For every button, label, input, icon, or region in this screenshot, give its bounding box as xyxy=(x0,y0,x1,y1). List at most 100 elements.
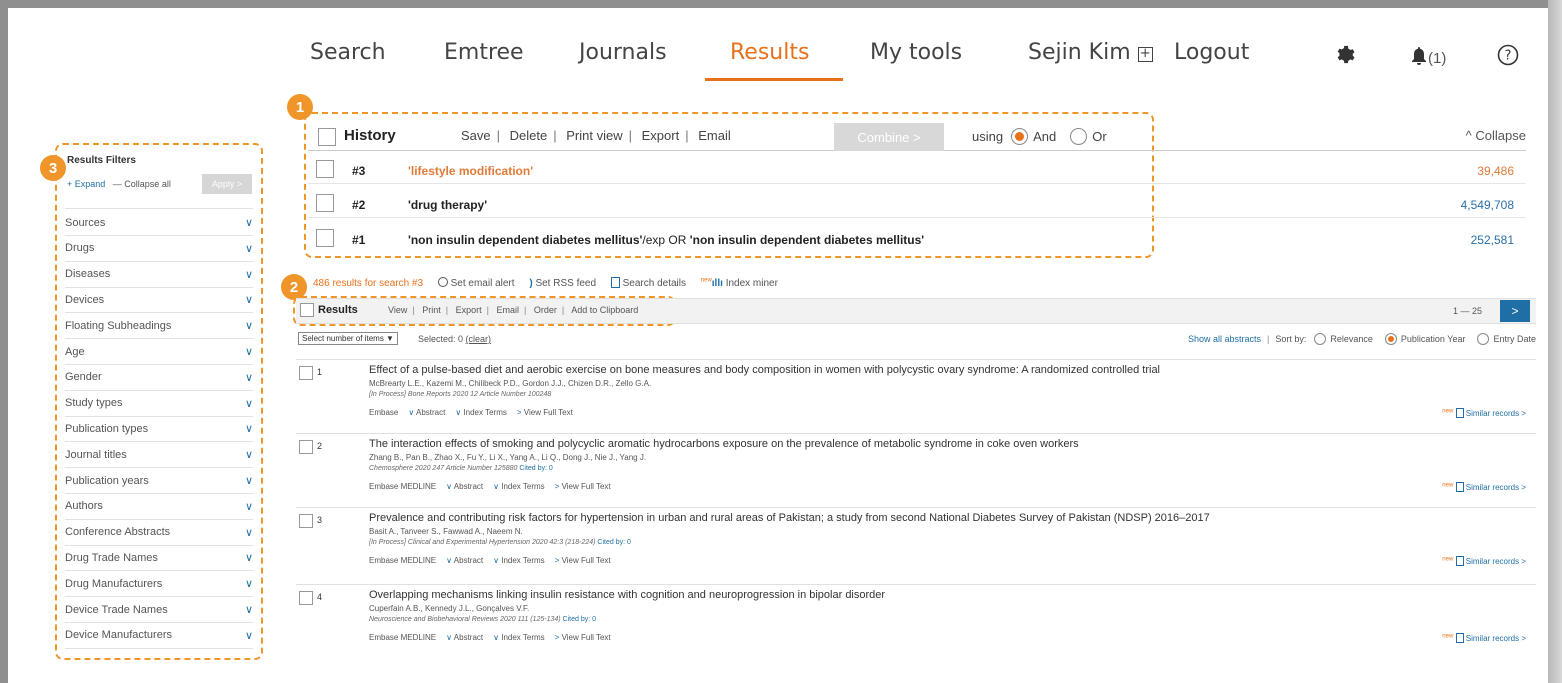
history-count[interactable]: 39,486 xyxy=(1477,164,1514,178)
results-print[interactable]: Print xyxy=(422,305,441,315)
filter-publication-types[interactable]: Publication types ∨ xyxy=(65,416,253,443)
rss-link[interactable]: ) Set RSS feed xyxy=(529,278,596,289)
record-checkbox[interactable] xyxy=(299,591,313,605)
record-index-terms-toggle[interactable]: ∨ Index Terms xyxy=(493,556,545,565)
document-icon xyxy=(1455,408,1464,418)
record-checkbox[interactable] xyxy=(299,440,313,454)
record-cited-by[interactable]: Cited by: 0 xyxy=(597,539,630,546)
record-abstract-toggle[interactable]: ∨ Abstract xyxy=(446,556,483,565)
history-count[interactable]: 252,581 xyxy=(1471,233,1514,247)
record-abstract-toggle[interactable]: ∨ Abstract xyxy=(408,408,445,417)
filter-drug-manufacturers[interactable]: Drug Manufacturers ∨ xyxy=(65,571,253,598)
record-title[interactable]: Overlapping mechanisms linking insulin r… xyxy=(369,589,885,601)
index-miner-link[interactable]: newıllı Index miner xyxy=(701,278,778,289)
show-all-abstracts-link[interactable]: Show all abstracts xyxy=(1188,334,1261,344)
and-radio[interactable] xyxy=(1011,128,1029,145)
history-export[interactable]: Export xyxy=(642,128,680,143)
record-cited-by[interactable]: Cited by: 0 xyxy=(519,465,552,472)
record-checkbox[interactable] xyxy=(299,366,313,380)
nav-mytools[interactable]: My tools xyxy=(870,40,962,65)
filter-age[interactable]: Age ∨ xyxy=(65,339,253,365)
record-abstract-label: Abstract xyxy=(453,556,484,565)
next-page-button[interactable]: > xyxy=(1500,300,1530,322)
results-export[interactable]: Export xyxy=(456,305,482,315)
history-query[interactable]: 'lifestyle modification' xyxy=(408,164,533,178)
filter-sources[interactable]: Sources ∨ xyxy=(65,210,253,236)
nav-results[interactable]: Results xyxy=(730,40,809,65)
history-row-checkbox[interactable] xyxy=(316,194,334,212)
history-print-view[interactable]: Print view xyxy=(566,128,622,143)
help-icon[interactable]: ? xyxy=(1497,44,1519,72)
record-cited-by[interactable]: Cited by: 0 xyxy=(563,616,596,623)
sort-entry-radio[interactable] xyxy=(1477,333,1490,345)
record-title[interactable]: Effect of a pulse-based diet and aerobic… xyxy=(369,364,1160,376)
collapse-all-link[interactable]: — Collapse all xyxy=(113,179,171,189)
combine-button[interactable]: Combine > xyxy=(834,123,944,151)
history-select-all-checkbox[interactable] xyxy=(318,128,336,146)
filter-journal-titles[interactable]: Journal titles ∨ xyxy=(65,442,253,469)
record-checkbox[interactable] xyxy=(299,514,313,528)
record-title[interactable]: Prevalence and contributing risk factors… xyxy=(369,512,1210,524)
history-query[interactable]: 'non insulin dependent diabetes mellitus… xyxy=(408,233,924,247)
results-view[interactable]: View xyxy=(388,305,407,315)
record-index-terms-toggle[interactable]: ∨ Index Terms xyxy=(493,633,545,642)
expand-all-link[interactable]: + Expand xyxy=(67,179,105,189)
filter-gender[interactable]: Gender ∨ xyxy=(65,365,253,391)
record-abstract-toggle[interactable]: ∨ Abstract xyxy=(446,633,483,642)
filter-drug-trade-names[interactable]: Drug Trade Names ∨ xyxy=(65,545,253,572)
collapse-history-button[interactable]: ^ Collapse xyxy=(1466,128,1526,143)
history-count[interactable]: 4,549,708 xyxy=(1461,198,1514,212)
results-add-to-clipboard[interactable]: Add to Clipboard xyxy=(571,305,638,315)
filter-diseases[interactable]: Diseases ∨ xyxy=(65,262,253,288)
similar-records-link[interactable]: new Similar records > xyxy=(1442,408,1526,418)
record-full-text-link[interactable]: > View Full Text xyxy=(555,482,611,491)
results-order[interactable]: Order xyxy=(534,305,557,315)
nav-emtree[interactable]: Emtree xyxy=(444,40,524,65)
filter-device-trade-names[interactable]: Device Trade Names ∨ xyxy=(65,597,253,623)
notifications[interactable]: (1) xyxy=(1410,46,1446,69)
filter-authors[interactable]: Authors ∨ xyxy=(65,494,253,520)
select-number-dropdown[interactable]: Select number of items ▼ xyxy=(298,332,398,345)
history-query[interactable]: 'drug therapy' xyxy=(408,198,487,212)
record-full-text-link[interactable]: > View Full Text xyxy=(517,408,573,417)
nav-logout[interactable]: Logout xyxy=(1174,40,1249,65)
filter-conference-abstracts[interactable]: Conference Abstracts ∨ xyxy=(65,520,253,546)
history-save[interactable]: Save xyxy=(461,128,491,143)
similar-records-link[interactable]: new Similar records > xyxy=(1442,482,1526,492)
filter-study-types[interactable]: Study types ∨ xyxy=(65,391,253,417)
sort-pubyear-radio[interactable] xyxy=(1384,333,1397,345)
record-index-terms-label: Index Terms xyxy=(501,556,545,565)
filter-floating-subheadings[interactable]: Floating Subheadings ∨ xyxy=(65,313,253,340)
results-select-all-checkbox[interactable] xyxy=(300,303,314,317)
record-full-text-link[interactable]: > View Full Text xyxy=(555,633,611,642)
history-row-checkbox[interactable] xyxy=(316,229,334,247)
results-email[interactable]: Email xyxy=(496,305,519,315)
gear-icon[interactable] xyxy=(1334,44,1356,72)
similar-records-link[interactable]: new Similar records > xyxy=(1442,556,1526,566)
nav-user[interactable]: Sejin Kim + xyxy=(1028,40,1153,65)
apply-filters-button[interactable]: Apply > xyxy=(202,174,252,194)
record-full-text-link[interactable]: > View Full Text xyxy=(555,556,611,565)
clear-selection-link[interactable]: (clear) xyxy=(466,334,492,344)
filter-device-manufacturers[interactable]: Device Manufacturers ∨ xyxy=(65,623,253,649)
filter-devices[interactable]: Devices ∨ xyxy=(65,287,253,314)
record-title[interactable]: The interaction effects of smoking and p… xyxy=(369,438,1079,450)
record-abstract-toggle[interactable]: ∨ Abstract xyxy=(446,482,483,491)
record-index-terms-toggle[interactable]: ∨ Index Terms xyxy=(455,408,507,417)
similar-records-link[interactable]: new Similar records > xyxy=(1442,633,1526,643)
record-index-terms-toggle[interactable]: ∨ Index Terms xyxy=(493,482,545,491)
filter-publication-years[interactable]: Publication years ∨ xyxy=(65,468,253,494)
history-row-checkbox[interactable] xyxy=(316,160,334,178)
sort-relevance-radio[interactable] xyxy=(1314,333,1327,345)
filters-expand-controls: + Expand — Collapse all xyxy=(67,179,171,189)
history-delete[interactable]: Delete xyxy=(510,128,548,143)
nav-search[interactable]: Search xyxy=(310,40,386,65)
record-authors: Basit A., Tanveer S., Fawwad A., Naeem N… xyxy=(369,527,523,536)
email-alert-link[interactable]: Set email alert xyxy=(437,277,515,289)
nav-journals[interactable]: Journals xyxy=(579,40,667,65)
or-radio[interactable] xyxy=(1070,128,1088,145)
filter-drugs[interactable]: Drugs ∨ xyxy=(65,236,253,262)
search-details-link[interactable]: Search details xyxy=(610,277,686,289)
history-email[interactable]: Email xyxy=(698,128,731,143)
alarm-clock-icon xyxy=(437,277,448,287)
